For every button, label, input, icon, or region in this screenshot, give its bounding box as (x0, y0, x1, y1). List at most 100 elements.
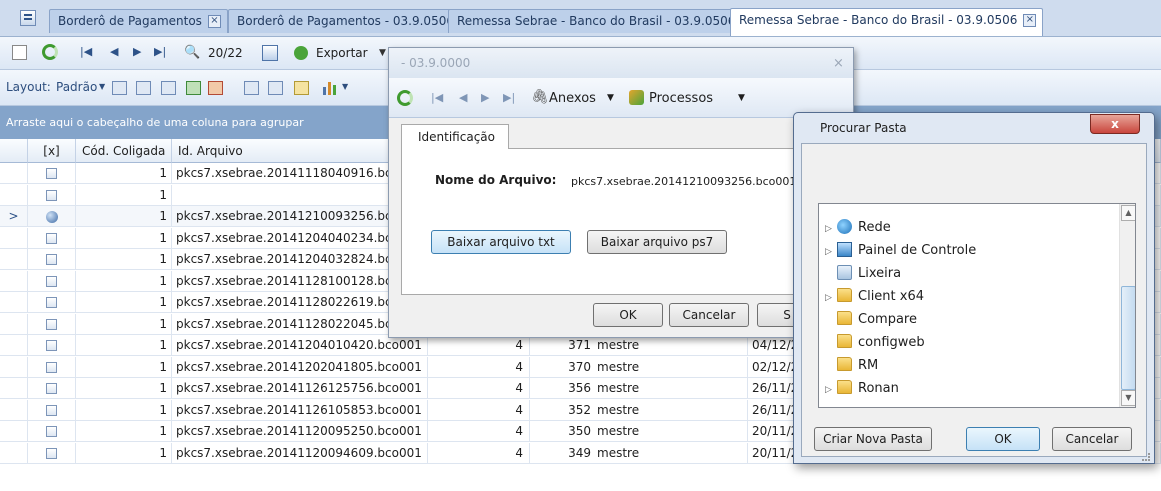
download-txt-button[interactable]: Baixar arquivo txt (431, 230, 571, 254)
layout-select[interactable]: Padrão (56, 80, 97, 94)
tree-item-label: Painel de Controle (858, 243, 977, 258)
tab-remessa-sebrae-active[interactable]: Remessa Sebrae - Banco do Brasil - 03.9.… (730, 8, 1044, 36)
row-checkbox[interactable] (46, 404, 57, 416)
chevron-down-icon[interactable]: ▼ (99, 82, 105, 91)
folder-tree[interactable]: ▷ Rede ▷ Painel de Controle Lixeira ▷ Client x… (818, 203, 1136, 408)
anexos-button[interactable]: Anexos (549, 91, 596, 106)
tree-scrollbar[interactable]: ▲ ▼ (1119, 204, 1135, 407)
close-icon[interactable]: × (1023, 14, 1037, 27)
close-button[interactable]: x (1090, 114, 1140, 134)
first-record-icon[interactable]: |◀ (80, 45, 92, 58)
export-icon[interactable] (294, 46, 308, 60)
select-cell[interactable] (28, 442, 76, 464)
summary-icon[interactable] (268, 81, 283, 95)
expand-icon[interactable]: ▷ (825, 241, 837, 264)
row-checkbox[interactable] (46, 383, 57, 394)
layout-rows-icon[interactable] (161, 81, 176, 95)
processos-button[interactable]: Processos (649, 91, 713, 106)
cancel-button[interactable]: Cancelar (1052, 427, 1132, 451)
select-cell[interactable] (28, 249, 76, 270)
layout-save-icon[interactable] (186, 81, 201, 95)
tree-item[interactable]: RM (825, 354, 878, 377)
select-cell[interactable] (28, 378, 76, 399)
chevron-down-icon[interactable]: ▼ (738, 93, 745, 103)
tab-remessa-sebrae-1[interactable]: Remessa Sebrae - Banco do Brasil - 03.9.… (448, 9, 762, 33)
select-cell[interactable] (28, 356, 76, 378)
select-cell[interactable] (28, 206, 76, 227)
row-checkbox[interactable] (46, 447, 57, 459)
row-checkbox[interactable] (46, 318, 57, 330)
home-icon[interactable] (208, 81, 223, 95)
select-cell[interactable] (28, 421, 76, 442)
refresh-icon[interactable] (397, 90, 413, 106)
tree-item[interactable]: configweb (825, 331, 925, 354)
chart-icon[interactable] (322, 80, 338, 95)
processes-icon[interactable] (629, 90, 644, 105)
select-cell[interactable] (28, 163, 76, 184)
expand-icon[interactable]: ▷ (825, 287, 837, 310)
row-checkbox[interactable] (46, 297, 57, 308)
select-cell[interactable] (28, 292, 76, 313)
select-cell[interactable] (28, 184, 76, 206)
tree-item[interactable]: ▷ Ronan (825, 377, 899, 400)
row-checkbox[interactable] (46, 340, 57, 351)
select-cell[interactable] (28, 335, 76, 356)
last-record-icon[interactable]: ▶| (503, 91, 515, 104)
tab-bordero-pagamentos-0506[interactable]: Borderô de Pagamentos - 03.9.0506× (228, 9, 480, 33)
chevron-up-icon[interactable]: ▲ (1121, 205, 1135, 221)
row-checkbox[interactable] (46, 275, 57, 287)
close-icon[interactable]: × (207, 15, 221, 28)
export-button[interactable]: Exportar (316, 46, 368, 60)
row-checkbox[interactable] (46, 189, 57, 201)
tab-identificacao[interactable]: Identificação (401, 124, 509, 149)
select-cell[interactable] (28, 270, 76, 292)
close-icon[interactable]: × (833, 56, 844, 71)
last-record-icon[interactable]: ▶| (154, 45, 166, 58)
tree-item[interactable]: Lixeira (825, 262, 901, 285)
next-record-icon[interactable]: ▶ (481, 91, 489, 104)
first-record-icon[interactable]: |◀ (431, 91, 443, 104)
download-ps7-button[interactable]: Baixar arquivo ps7 (587, 230, 727, 254)
expand-icon[interactable]: ▷ (825, 379, 837, 402)
resize-grip-icon[interactable] (1142, 453, 1150, 461)
column-header-coligada[interactable]: Cód. Coligada (76, 139, 172, 163)
layout-columns-icon[interactable] (136, 81, 151, 95)
group-by-hint[interactable]: Arraste aqui o cabeçalho de uma coluna p… (0, 106, 395, 139)
previous-record-icon[interactable]: ◀ (459, 91, 467, 104)
chevron-down-icon[interactable]: ▼ (342, 82, 348, 91)
tree-item[interactable]: ▷ Client x64 (825, 285, 924, 308)
chevron-down-icon[interactable]: ▼ (1121, 390, 1135, 406)
column-header-select[interactable]: [x] (28, 139, 76, 163)
find-icon[interactable]: 🔍 (184, 45, 200, 60)
previous-record-icon[interactable]: ◀ (110, 45, 118, 58)
chevron-down-icon[interactable]: ▼ (607, 93, 614, 103)
row-checkbox[interactable] (46, 168, 57, 179)
edit-icon[interactable] (12, 45, 27, 60)
select-cell[interactable] (28, 399, 76, 421)
chevron-down-icon[interactable]: ▼ (379, 48, 386, 58)
format-icon[interactable] (294, 81, 309, 95)
expand-icon[interactable]: ▷ (825, 218, 837, 241)
tab-bordero-pagamentos[interactable]: Borderô de Pagamentos × (49, 9, 228, 33)
new-folder-button[interactable]: Criar Nova Pasta (814, 427, 932, 451)
row-checkbox[interactable] (46, 426, 57, 437)
scrollbar-thumb[interactable] (1121, 286, 1135, 390)
row-checkbox[interactable] (46, 232, 57, 244)
tree-item[interactable]: Compare (825, 308, 917, 331)
cancel-button[interactable]: Cancelar (669, 303, 749, 327)
paperclip-icon[interactable]: 🖇 (531, 89, 549, 105)
row-checkbox[interactable] (46, 254, 57, 265)
select-cell[interactable] (28, 313, 76, 335)
filter-icon[interactable] (244, 81, 259, 95)
tab-menu-icon[interactable] (20, 10, 36, 26)
ok-button[interactable]: OK (593, 303, 663, 327)
refresh-icon[interactable] (42, 44, 58, 60)
tree-item[interactable]: ▷ Painel de Controle (825, 239, 976, 262)
next-record-icon[interactable]: ▶ (133, 45, 141, 58)
tree-item[interactable]: ▷ Rede (825, 216, 891, 239)
select-cell[interactable] (28, 227, 76, 249)
row-checkbox[interactable] (46, 361, 57, 373)
layout-grid-icon[interactable] (112, 81, 127, 95)
calendar-icon[interactable] (262, 45, 278, 61)
ok-button[interactable]: OK (966, 427, 1040, 451)
